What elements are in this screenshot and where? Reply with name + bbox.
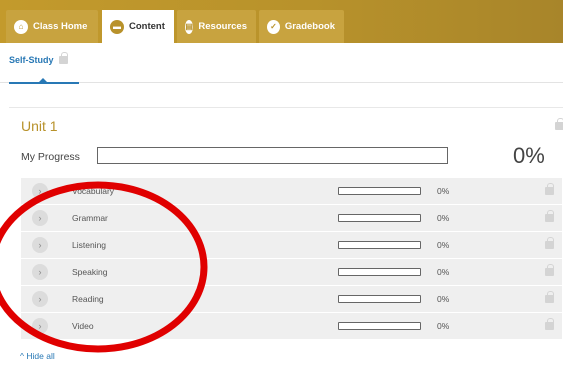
- tab-label: Gradebook: [284, 21, 335, 32]
- tab-resources[interactable]: ▤ Resources: [177, 10, 256, 43]
- chevron-right-icon[interactable]: ›: [32, 237, 48, 253]
- lock-icon: [58, 52, 68, 64]
- lock-icon: [545, 183, 554, 195]
- active-tab-indicator: [9, 78, 79, 84]
- lock-icon: [545, 210, 554, 222]
- lock-icon: [545, 318, 554, 330]
- item-label: Video: [72, 321, 94, 331]
- list-item[interactable]: › Vocabulary 0%: [21, 178, 562, 205]
- list-item[interactable]: › Video 0%: [21, 313, 562, 340]
- chevron-right-icon[interactable]: ›: [32, 183, 48, 199]
- item-label: Grammar: [72, 213, 108, 223]
- sub-navigation: Self-Study: [0, 43, 563, 83]
- tab-label: Content: [129, 21, 165, 32]
- item-progress-bar: [338, 268, 421, 276]
- item-label: Vocabulary: [72, 186, 115, 196]
- hide-all-label: Hide all: [26, 351, 55, 361]
- item-label: Speaking: [72, 267, 108, 277]
- my-progress-bar: [97, 147, 448, 164]
- tab-content[interactable]: ▬ Content: [102, 10, 174, 43]
- tab-gradebook[interactable]: ✓ Gradebook: [259, 10, 344, 43]
- list-item[interactable]: › Speaking 0%: [21, 259, 562, 286]
- item-progress-bar: [338, 322, 421, 330]
- item-progress-bar: [338, 295, 421, 303]
- chevron-right-icon[interactable]: ›: [32, 318, 48, 334]
- my-progress-percent: 0%: [513, 143, 545, 168]
- unit-items-list: › Vocabulary 0% › Grammar 0% › Listening…: [21, 178, 562, 340]
- unit-card: Unit 1 My Progress 0% › Vocabulary 0% › …: [9, 107, 563, 368]
- gradebook-icon: ✓: [267, 19, 280, 34]
- tab-label: Resources: [198, 21, 247, 32]
- item-percent: 0%: [437, 240, 450, 250]
- list-item[interactable]: › Grammar 0%: [21, 205, 562, 232]
- item-percent: 0%: [437, 186, 450, 196]
- chevron-up-icon: ^: [20, 351, 24, 361]
- my-progress-label: My Progress: [21, 151, 80, 163]
- self-study-label: Self-Study: [9, 55, 54, 65]
- content-icon: ▬: [110, 19, 124, 34]
- lock-icon: [545, 237, 554, 249]
- chevron-right-icon[interactable]: ›: [32, 291, 48, 307]
- self-study-tab[interactable]: Self-Study: [9, 52, 68, 65]
- lock-icon: [545, 291, 554, 303]
- list-item[interactable]: › Listening 0%: [21, 232, 562, 259]
- item-label: Reading: [72, 294, 104, 304]
- item-percent: 0%: [437, 321, 450, 331]
- unit-lock-icon: [555, 118, 563, 130]
- item-progress-bar: [338, 214, 421, 222]
- list-item[interactable]: › Reading 0%: [21, 286, 562, 313]
- resources-icon: ▤: [185, 19, 194, 34]
- home-icon: ⌂: [14, 19, 28, 34]
- hide-all-link[interactable]: ^ Hide all: [20, 351, 55, 361]
- top-navigation-bar: ⌂ Class Home ▬ Content ▤ Resources ✓ Gra…: [0, 0, 563, 43]
- item-percent: 0%: [437, 267, 450, 277]
- lock-icon: [545, 264, 554, 276]
- item-percent: 0%: [437, 294, 450, 304]
- tab-label: Class Home: [33, 21, 88, 32]
- item-label: Listening: [72, 240, 107, 250]
- item-progress-bar: [338, 187, 421, 195]
- unit-title: Unit 1: [21, 118, 58, 134]
- tab-class-home[interactable]: ⌂ Class Home: [6, 10, 98, 43]
- chevron-right-icon[interactable]: ›: [32, 264, 48, 280]
- chevron-right-icon[interactable]: ›: [32, 210, 48, 226]
- item-percent: 0%: [437, 213, 450, 223]
- item-progress-bar: [338, 241, 421, 249]
